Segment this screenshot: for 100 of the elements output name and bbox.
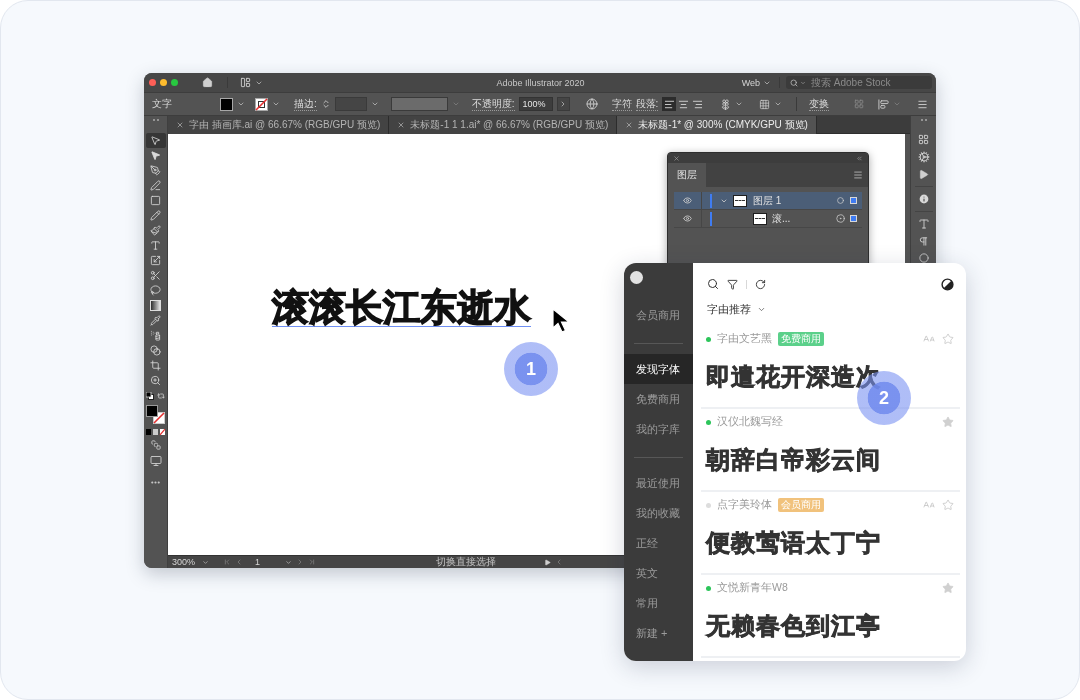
star-icon[interactable]: [942, 582, 954, 594]
close-icon[interactable]: [176, 121, 184, 129]
gear-icon[interactable]: [917, 151, 930, 163]
close-icon[interactable]: [625, 121, 634, 129]
chevron-down-icon[interactable]: [285, 558, 292, 566]
target-icon[interactable]: [837, 197, 844, 204]
zoom-field[interactable]: 300%: [172, 557, 198, 567]
close-icon[interactable]: [397, 121, 406, 129]
layer-row[interactable]: 滚...: [674, 210, 862, 228]
transform-link[interactable]: 变换: [809, 97, 830, 111]
panel-tab[interactable]: 图层: [668, 163, 706, 187]
color-mode-icon[interactable]: [146, 429, 165, 435]
sidebar-item[interactable]: 发现字体: [624, 354, 693, 384]
brush-field[interactable]: [390, 97, 448, 111]
align-right-icon: [691, 98, 703, 110]
sidebar-item[interactable]: 最近使用: [624, 468, 693, 498]
paragraph-link[interactable]: 段落:: [635, 97, 659, 111]
play-icon[interactable]: [918, 169, 929, 180]
chevron-down-icon[interactable]: [237, 100, 245, 108]
opacity-link[interactable]: 不透明度:: [471, 97, 515, 111]
artboard-field[interactable]: 1: [255, 557, 281, 567]
eye-icon[interactable]: [683, 196, 692, 205]
filter-icon[interactable]: [727, 278, 738, 290]
sidebar-item[interactable]: 英文: [624, 558, 693, 588]
four-squares-icon[interactable]: [918, 134, 929, 145]
workspace-switcher[interactable]: Web: [739, 77, 773, 88]
fill-swatch[interactable]: [220, 97, 233, 111]
tool-button[interactable]: [145, 133, 166, 148]
four-squares-icon[interactable]: [854, 99, 864, 109]
pilcrow-icon[interactable]: [918, 236, 929, 247]
grid-icon[interactable]: [759, 98, 771, 110]
chevron-down-icon[interactable]: [272, 100, 280, 108]
stepper-icon[interactable]: [320, 99, 331, 109]
swap-icon[interactable]: [157, 392, 165, 400]
opacity-button[interactable]: [556, 97, 570, 111]
align-icon[interactable]: [878, 98, 889, 110]
layer-row[interactable]: 图层 1: [674, 192, 862, 210]
next-page-icon[interactable]: [296, 558, 304, 566]
refresh-icon[interactable]: [755, 278, 766, 290]
opacity-field[interactable]: 100%: [518, 97, 553, 111]
first-page-icon[interactable]: [223, 558, 231, 566]
stroke-link[interactable]: 描边:: [294, 97, 317, 111]
sidebar-item[interactable]: 我的字库: [624, 414, 693, 444]
previous-page-icon[interactable]: [235, 558, 243, 566]
chevron-down-icon[interactable]: [735, 100, 744, 108]
source-dropdown[interactable]: 字由推荐: [701, 302, 766, 316]
default-colors-icon[interactable]: [146, 392, 154, 400]
sidebar-item[interactable]: 我的收藏: [624, 498, 693, 528]
window-zoom-icon[interactable]: [171, 79, 178, 86]
star-icon[interactable]: [942, 499, 954, 511]
menu-icon[interactable]: [853, 170, 863, 180]
type-icon[interactable]: [917, 218, 930, 230]
document-tab[interactable]: 字由 插画库.ai @ 66.67% (RGB/GPU 预览): [168, 116, 390, 134]
close-icon[interactable]: [673, 154, 680, 162]
document-tab[interactable]: 未标题-1 1 1.ai* @ 66.67% (RGB/GPU 预览): [389, 116, 618, 134]
chevron-down-icon[interactable]: [202, 558, 209, 566]
crop-icon: [150, 360, 161, 371]
contrast-icon[interactable]: [941, 277, 954, 291]
chevron-down-icon[interactable]: [370, 100, 379, 108]
grip-icon[interactable]: [919, 118, 928, 122]
chevron-down-icon[interactable]: [774, 100, 783, 108]
search-icon[interactable]: [707, 278, 719, 290]
document-tab[interactable]: 未标题-1* @ 300% (CMYK/GPU 预览): [617, 116, 817, 134]
flower-icon[interactable]: [720, 98, 732, 110]
chevron-down-icon[interactable]: [800, 79, 806, 86]
character-link[interactable]: 字符: [611, 97, 632, 111]
collapse-icon[interactable]: [856, 154, 863, 162]
eye-icon[interactable]: [683, 214, 692, 223]
sidebar-item[interactable]: 新建 +: [624, 618, 693, 648]
stroke-none-swatch[interactable]: [255, 97, 268, 111]
play-icon[interactable]: [544, 558, 551, 566]
sidebar-item[interactable]: 正经: [624, 528, 693, 558]
star-icon[interactable]: [942, 333, 954, 345]
info-icon[interactable]: [917, 193, 930, 205]
sidebar-item[interactable]: 常用: [624, 588, 693, 618]
selection-square-icon[interactable]: [850, 197, 857, 204]
stroke-weight-field[interactable]: [334, 97, 367, 111]
globe-icon[interactable]: [585, 98, 598, 110]
home-icon[interactable]: [202, 77, 213, 88]
monitor-icon[interactable]: [149, 455, 162, 467]
stack-icon[interactable]: [150, 440, 161, 450]
grip-icon[interactable]: [151, 118, 160, 122]
align-button[interactable]: [662, 97, 677, 111]
status-hint: 切换直接选择: [436, 555, 496, 568]
star-icon[interactable]: [942, 416, 954, 428]
scale-icon: [150, 255, 161, 266]
app-dot-icon[interactable]: [630, 271, 643, 284]
menu-icon[interactable]: [917, 98, 928, 110]
target-icon[interactable]: [836, 214, 845, 223]
last-page-icon[interactable]: [308, 558, 316, 566]
fill-stroke-icon[interactable]: [146, 405, 165, 424]
selection-square-icon[interactable]: [850, 215, 857, 222]
window-minimize-icon[interactable]: [160, 79, 167, 86]
circle-icon[interactable]: [918, 253, 929, 263]
chevron-left-icon[interactable]: [555, 558, 563, 566]
window-close-icon[interactable]: [149, 79, 156, 86]
search-field[interactable]: 搜索 Adobe Stock: [786, 76, 932, 89]
layout-icon[interactable]: [240, 77, 251, 88]
sidebar-item[interactable]: 会员商用: [624, 300, 693, 330]
sidebar-item[interactable]: 免费商用: [624, 384, 693, 414]
